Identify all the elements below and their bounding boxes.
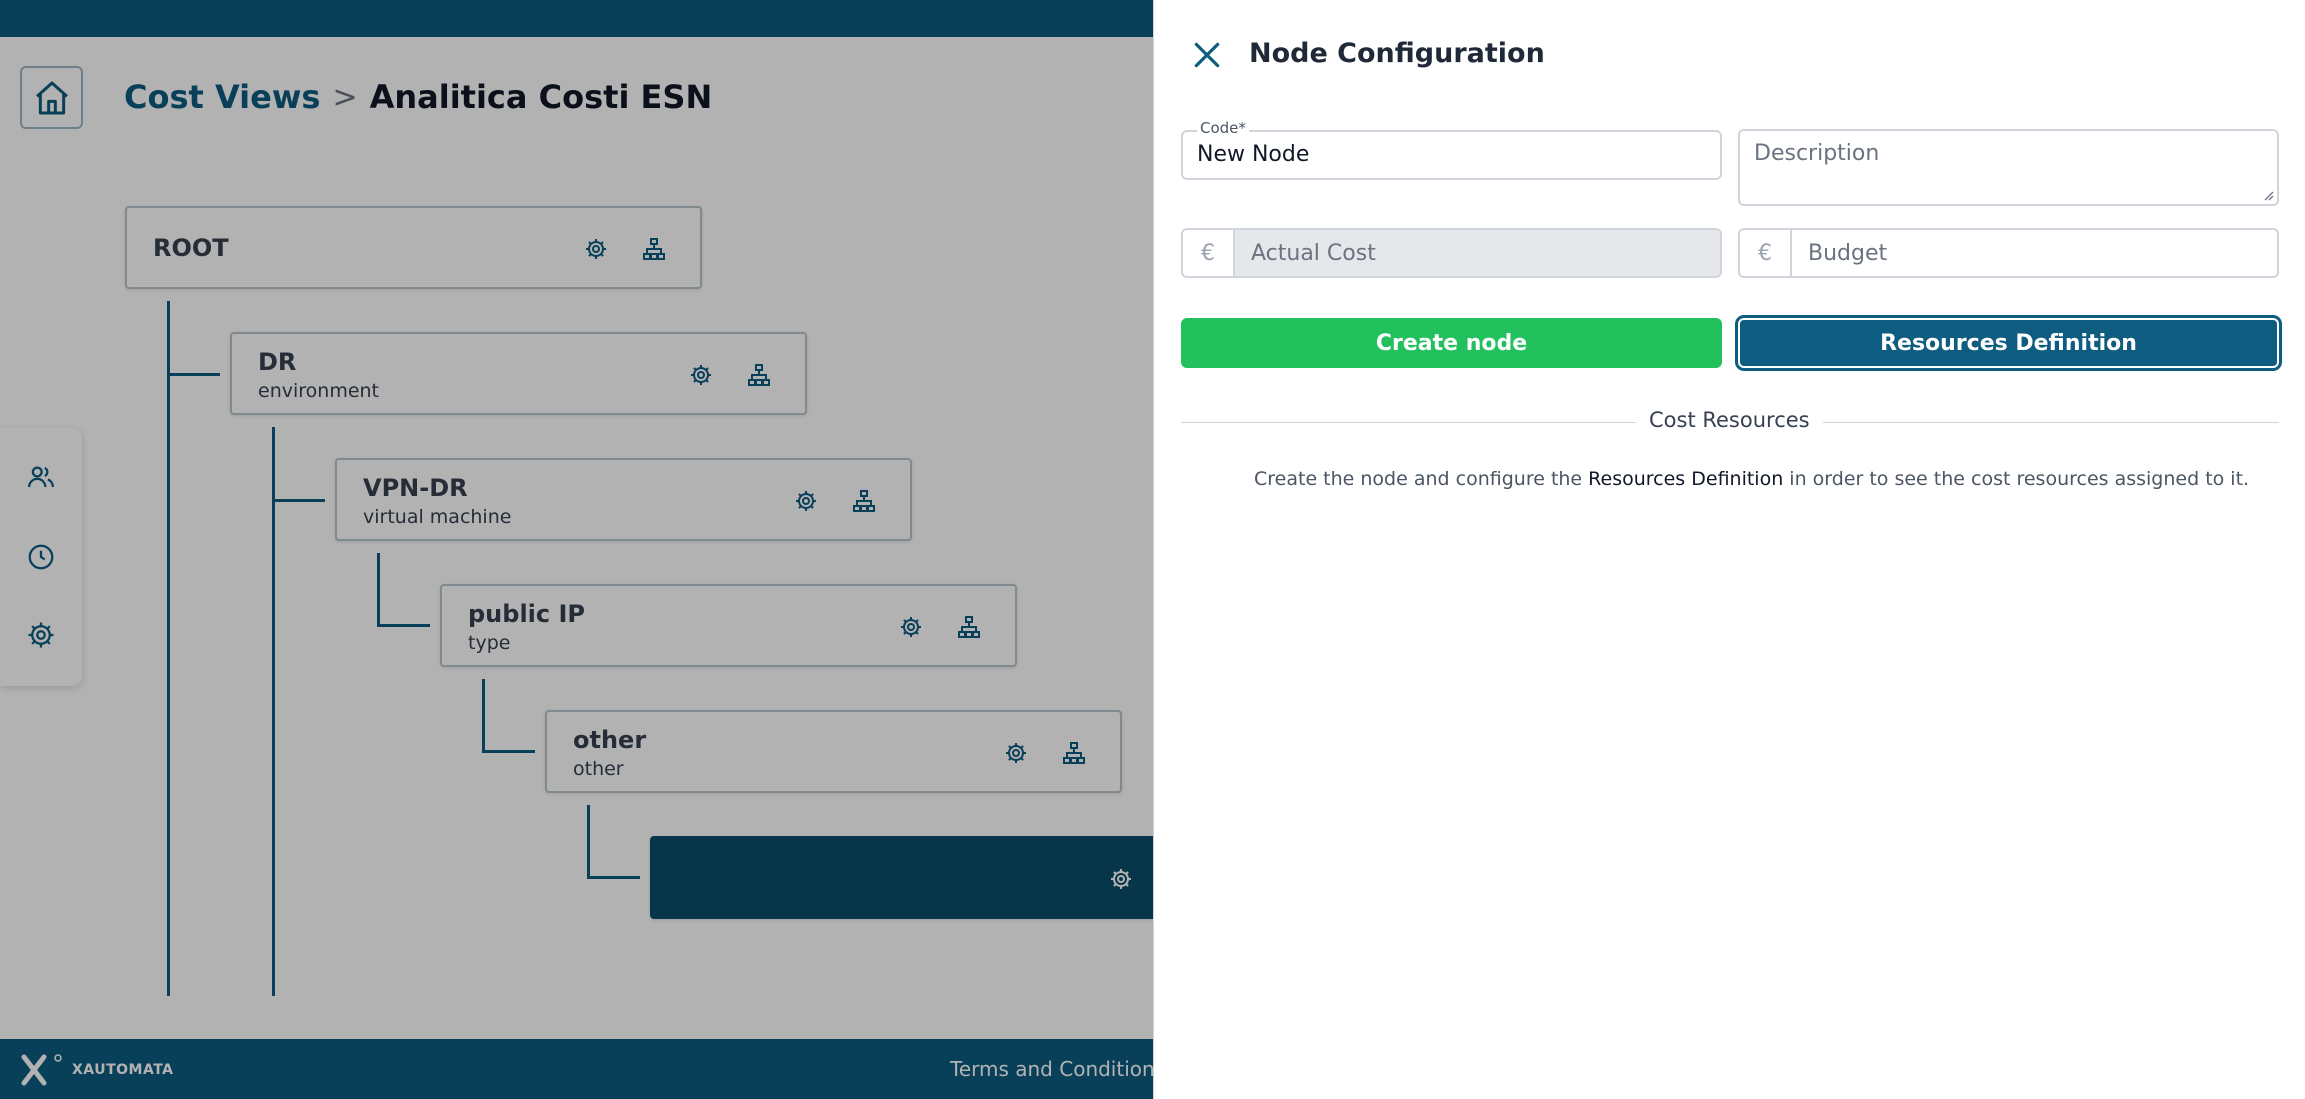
euro-icon: € xyxy=(1740,230,1792,276)
node-configuration-panel: Node Configuration Code* New Node Descri… xyxy=(1153,0,2305,1099)
close-icon[interactable] xyxy=(1190,38,1224,72)
code-label: Code* xyxy=(1197,119,1249,137)
code-field[interactable]: Code* New Node xyxy=(1181,119,1722,180)
actual-cost-input: Actual Cost xyxy=(1235,230,1720,276)
budget-input[interactable]: Budget xyxy=(1792,230,2277,276)
description-field[interactable]: Description xyxy=(1738,129,2279,206)
section-divider xyxy=(1823,422,2279,423)
info-text-after: in order to see the cost resources assig… xyxy=(1783,468,2250,490)
create-node-button[interactable]: Create node xyxy=(1181,318,1722,368)
info-text-highlight: Resources Definition xyxy=(1588,468,1784,490)
cost-resources-heading: Cost Resources xyxy=(1649,408,1810,432)
resources-definition-button[interactable]: Resources Definition xyxy=(1738,318,2279,368)
actual-cost-field: € Actual Cost xyxy=(1181,228,1722,278)
cost-resources-info: Create the node and configure the Resour… xyxy=(1254,468,2254,490)
section-divider xyxy=(1181,422,1636,423)
panel-title: Node Configuration xyxy=(1249,38,1545,69)
info-text-before: Create the node and configure the xyxy=(1254,468,1589,490)
resize-handle-icon[interactable] xyxy=(2262,189,2274,201)
description-input[interactable]: Description xyxy=(1754,141,1879,166)
euro-icon: € xyxy=(1183,230,1235,276)
code-input[interactable]: New Node xyxy=(1197,142,1309,167)
budget-field[interactable]: € Budget xyxy=(1738,228,2279,278)
modal-backdrop[interactable] xyxy=(0,0,1153,1099)
